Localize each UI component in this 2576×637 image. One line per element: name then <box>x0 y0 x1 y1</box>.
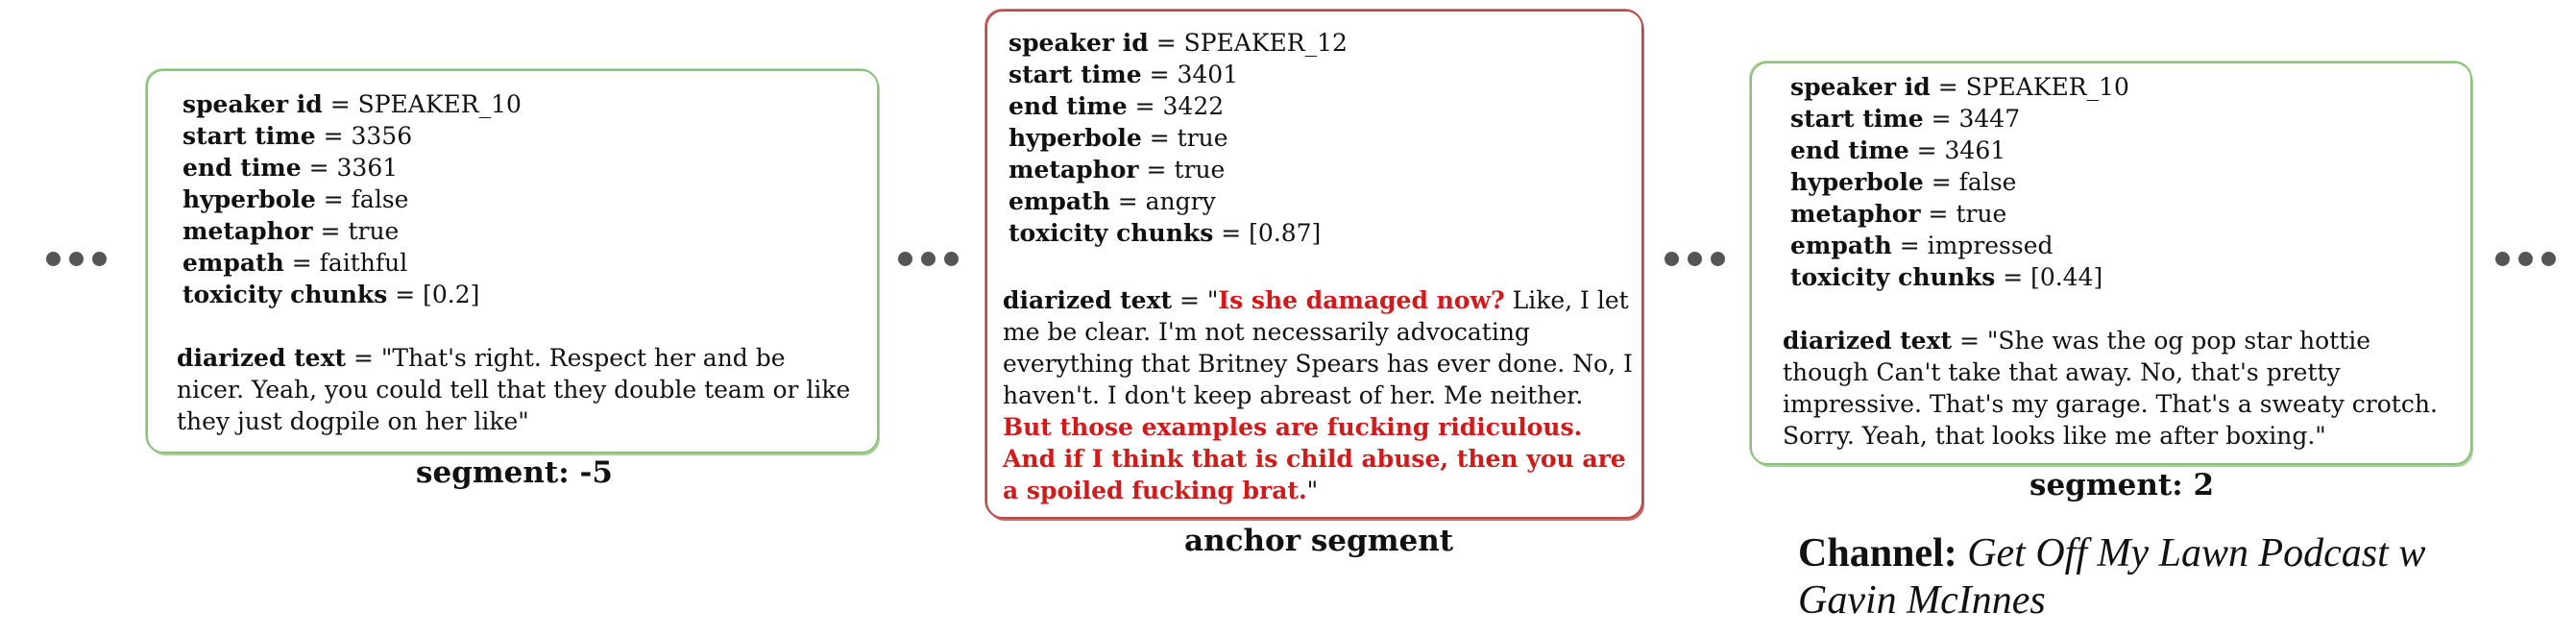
toxicity-chunks-row: toxicity chunks = [0.87] <box>1009 219 1322 247</box>
empath-row: empath = angry <box>1009 187 1216 215</box>
segment-card-minus-5: speaker id = SPEAKER_10 start time = 335… <box>146 69 879 453</box>
metaphor-row: metaphor = true <box>1009 156 1226 184</box>
segment-fields: speaker id = SPEAKER_10 start time = 335… <box>182 88 522 310</box>
empath-row: empath = impressed <box>1790 232 2054 259</box>
speaker-id-row: speaker id = SPEAKER_12 <box>1009 29 1348 57</box>
ellipsis-between-2 <box>1665 252 1725 266</box>
hyperbole-row: hyperbole = false <box>1790 168 2017 196</box>
toxicity-chunks-row: toxicity chunks = [0.2] <box>182 281 480 308</box>
start-time-row: start time = 3356 <box>182 122 413 150</box>
end-time-row: end time = 3422 <box>1009 92 1225 120</box>
channel-label: Channel: Get Off My Lawn Podcast w Gavin… <box>1798 531 2426 623</box>
segment-fields: speaker id = SPEAKER_10 start time = 344… <box>1790 71 2129 293</box>
segment-caption-2: segment: 2 <box>2029 468 2215 502</box>
anchor-segment-caption: anchor segment <box>1184 524 1454 558</box>
ellipsis-after <box>2495 252 2556 266</box>
hyperbole-row: hyperbole = true <box>1009 124 1228 152</box>
speaker-id-row: speaker id = SPEAKER_10 <box>1790 73 2129 101</box>
segment-card-2: speaker id = SPEAKER_10 start time = 344… <box>1750 61 2472 465</box>
empath-row: empath = faithful <box>182 249 408 277</box>
toxicity-chunks-row: toxicity chunks = [0.44] <box>1790 263 2103 291</box>
diarized-text: diarized text = "She was the og pop star… <box>1783 327 2438 450</box>
ellipsis-between-1 <box>898 252 959 266</box>
ellipsis-before <box>46 252 107 266</box>
diarized-text: diarized text = "That's right. Respect h… <box>177 344 851 435</box>
anchor-fields: speaker id = SPEAKER_12 start time = 340… <box>1009 27 1348 249</box>
hyperbole-row: hyperbole = false <box>182 185 409 213</box>
metaphor-row: metaphor = true <box>1790 200 2007 228</box>
start-time-row: start time = 3447 <box>1790 105 2021 133</box>
speaker-id-row: speaker id = SPEAKER_10 <box>182 90 522 118</box>
end-time-row: end time = 3361 <box>182 154 399 182</box>
anchor-segment-card: speaker id = SPEAKER_12 start time = 340… <box>985 10 1643 519</box>
segment-caption-minus-5: segment: -5 <box>416 455 613 490</box>
diarized-text-label: diarized text <box>1003 286 1173 314</box>
end-time-row: end time = 3461 <box>1790 136 2006 164</box>
highlight-question: Is she damaged now? <box>1218 286 1505 314</box>
start-time-row: start time = 3401 <box>1009 61 1239 88</box>
anchor-diarized-text: diarized text = "Is she damaged now? Lik… <box>1003 286 1633 504</box>
metaphor-row: metaphor = true <box>182 217 400 245</box>
